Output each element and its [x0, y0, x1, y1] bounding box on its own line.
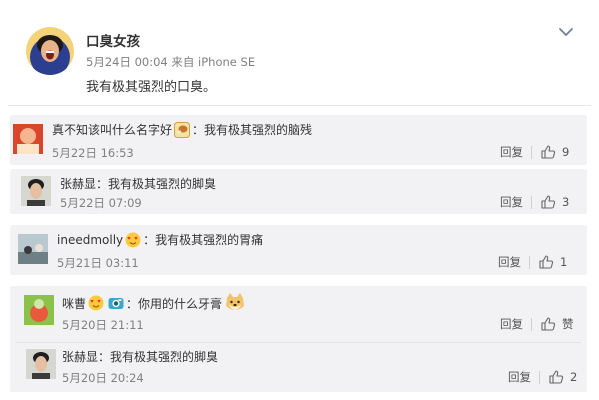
nested-reply: 张赫显 ：我有极其强烈的脚臭 5月20日 20:24 回复 2	[16, 342, 581, 386]
like-count[interactable]: 3	[562, 195, 569, 209]
avatar-laughing-woman-icon	[26, 27, 74, 75]
comment-time: 5月22日 16:53	[52, 146, 134, 160]
commenter-avatar[interactable]	[21, 176, 51, 206]
commenter-avatar[interactable]	[26, 349, 56, 379]
comment-username[interactable]: 张赫显	[62, 348, 98, 365]
heart-eyes-emoji-icon	[125, 232, 141, 247]
chevron-down-icon[interactable]	[558, 26, 574, 38]
comment-actions: 回复 9	[500, 144, 569, 160]
avatar-icon	[24, 295, 54, 325]
like-button-label[interactable]: 赞	[562, 316, 574, 332]
like-count[interactable]: 1	[560, 255, 567, 269]
comment-username[interactable]: 张赫显	[60, 175, 96, 192]
post-meta: 5月24日 00:04 来自 iPhone SE	[86, 55, 256, 69]
comment-actions: 回复 3	[500, 194, 569, 210]
comment-text-line: ineedmolly ：我有极其强烈的胃痛	[57, 231, 263, 248]
comment-time: 5月21日 03:11	[57, 256, 139, 270]
comment-item: 真不知该叫什么名字好 ：我有极其强烈的脑残 5月22日 16:53 回复 9	[10, 115, 587, 165]
comment-username[interactable]: ineedmolly	[57, 233, 123, 247]
camera-emoji-icon	[108, 298, 124, 309]
comment-time: 5月20日 20:24	[62, 371, 144, 385]
comment-actions: 回复 2	[508, 369, 577, 385]
comment-username[interactable]: 真不知该叫什么名字好	[52, 121, 172, 138]
separator	[531, 317, 532, 331]
comment-text-line: 真不知该叫什么名字好 ：我有极其强烈的脑残	[52, 121, 312, 138]
comment-actions: 回复 1	[498, 254, 567, 270]
separator	[529, 255, 530, 269]
comment-item: ineedmolly ：我有极其强烈的胃痛 5月21日 03:11 回复 1	[10, 225, 587, 275]
comment-time: 5月22日 07:09	[60, 196, 142, 210]
comment-text: ：我有极其强烈的脚臭	[98, 350, 219, 364]
comment-text: ：我有极其强烈的脚臭	[96, 177, 217, 191]
commenter-avatar[interactable]	[18, 234, 48, 264]
comment-username[interactable]: 咪曹	[62, 295, 86, 312]
commenter-avatar[interactable]	[24, 295, 54, 325]
thumbs-up-icon[interactable]	[538, 254, 554, 270]
post-text: 我有极其强烈的口臭。	[86, 80, 217, 95]
commenter-avatar[interactable]	[13, 124, 43, 154]
comment-item: 张赫显 ：我有极其强烈的脚臭 5月22日 07:09 回复 3	[10, 169, 587, 214]
doge-emoji-icon	[226, 293, 245, 310]
separator	[531, 145, 532, 159]
avatar-icon	[21, 176, 51, 206]
avatar-icon	[18, 234, 48, 264]
reply-button[interactable]: 回复	[500, 194, 523, 210]
separator	[539, 370, 540, 384]
reply-button[interactable]: 回复	[500, 316, 523, 332]
avatar-icon	[26, 349, 56, 379]
thumbs-up-icon[interactable]	[540, 144, 556, 160]
avatar-icon	[13, 124, 43, 154]
comment-item: 咪曹 ：你用的什么牙膏 5月20日 21:11 回复 赞 张赫显 ：我有极其强烈…	[10, 286, 587, 392]
separator	[531, 195, 532, 209]
thumbs-up-icon[interactable]	[540, 194, 556, 210]
comment-text-line: 张赫显 ：我有极其强烈的脚臭	[62, 348, 218, 365]
divider	[8, 105, 591, 106]
reply-button[interactable]: 回复	[500, 144, 523, 160]
comment-text: ：我有极其强烈的脑残	[192, 123, 313, 137]
reply-button[interactable]: 回复	[508, 369, 531, 385]
like-count[interactable]: 9	[562, 145, 569, 159]
comment-text: ：我有极其强烈的胃痛	[143, 233, 264, 247]
like-count[interactable]: 2	[570, 370, 577, 384]
comment-text-line: 咪曹 ：你用的什么牙膏	[62, 292, 248, 314]
comment-actions: 回复 赞	[500, 316, 574, 332]
reply-button[interactable]: 回复	[498, 254, 521, 270]
post-author-name[interactable]: 口臭女孩	[86, 30, 140, 50]
chicken-leg-emoji-icon	[174, 121, 191, 138]
weibo-post: 口臭女孩 5月24日 00:04 来自 iPhone SE 我有极其强烈的口臭。	[0, 0, 599, 108]
thumbs-up-icon[interactable]	[548, 369, 564, 385]
heart-eyes-emoji-icon	[88, 295, 104, 311]
author-avatar[interactable]	[26, 27, 74, 75]
comment-text: ：你用的什么牙膏	[126, 296, 223, 311]
comment-time: 5月20日 21:11	[62, 318, 144, 332]
comment-text-line: 张赫显 ：我有极其强烈的脚臭	[60, 175, 216, 192]
thumbs-up-icon[interactable]	[540, 316, 556, 332]
